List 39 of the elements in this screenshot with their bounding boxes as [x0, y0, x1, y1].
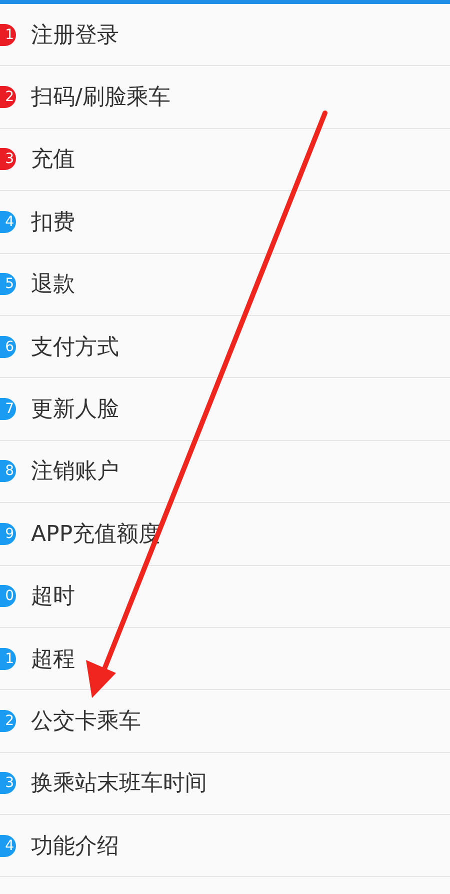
number-badge: 9	[0, 522, 16, 545]
item-label: 注销账户	[31, 458, 119, 486]
list-item[interactable]: 5 退款	[0, 254, 450, 316]
number-badge: 8	[0, 460, 16, 482]
item-label: 注册登录	[31, 22, 119, 50]
list-item[interactable]: 3 换乘站末班车时间	[0, 752, 450, 816]
list-item[interactable]: 2 公交卡乘车	[0, 690, 450, 753]
item-label: 支付方式	[31, 334, 119, 362]
list-item[interactable]: 8 注销账户	[0, 440, 450, 504]
number-badge: 0	[0, 585, 16, 608]
number-badge: 6	[0, 336, 16, 358]
item-label: 超程	[31, 646, 75, 674]
number-badge: 1	[0, 24, 16, 46]
item-label: 退款	[31, 271, 75, 300]
item-label: 充值	[31, 146, 75, 174]
list-item[interactable]: 4 功能介绍	[0, 815, 450, 878]
number-badge: 3	[0, 772, 16, 794]
item-label: 换乘站末班车时间	[31, 770, 207, 798]
number-badge: 5	[0, 273, 16, 296]
item-label: 扫码/刷脸乘车	[31, 84, 170, 112]
number-badge: 1	[0, 648, 16, 670]
number-badge: 7	[0, 398, 16, 420]
list-item[interactable]: 3 充值	[0, 128, 450, 192]
number-badge: 2	[0, 86, 16, 108]
number-badge: 2	[0, 710, 16, 732]
list-item[interactable]: 1 注册登录	[0, 4, 450, 66]
list-item[interactable]: 2 扫码/刷脸乘车	[0, 66, 450, 129]
list-item[interactable]: 7 更新人脸	[0, 378, 450, 441]
number-badge: 4	[0, 210, 16, 233]
number-badge: 4	[0, 834, 16, 857]
list-item[interactable]: 6 支付方式	[0, 316, 450, 378]
item-label: 功能介绍	[31, 832, 119, 861]
item-label: 更新人脸	[31, 396, 119, 424]
number-badge: 3	[0, 148, 16, 170]
item-label: 超时	[31, 583, 75, 612]
item-label: 扣费	[31, 208, 75, 237]
list-item[interactable]: 4 扣费	[0, 191, 450, 254]
item-label: 公交卡乘车	[31, 708, 141, 736]
list-item[interactable]: 0 超时	[0, 566, 450, 628]
